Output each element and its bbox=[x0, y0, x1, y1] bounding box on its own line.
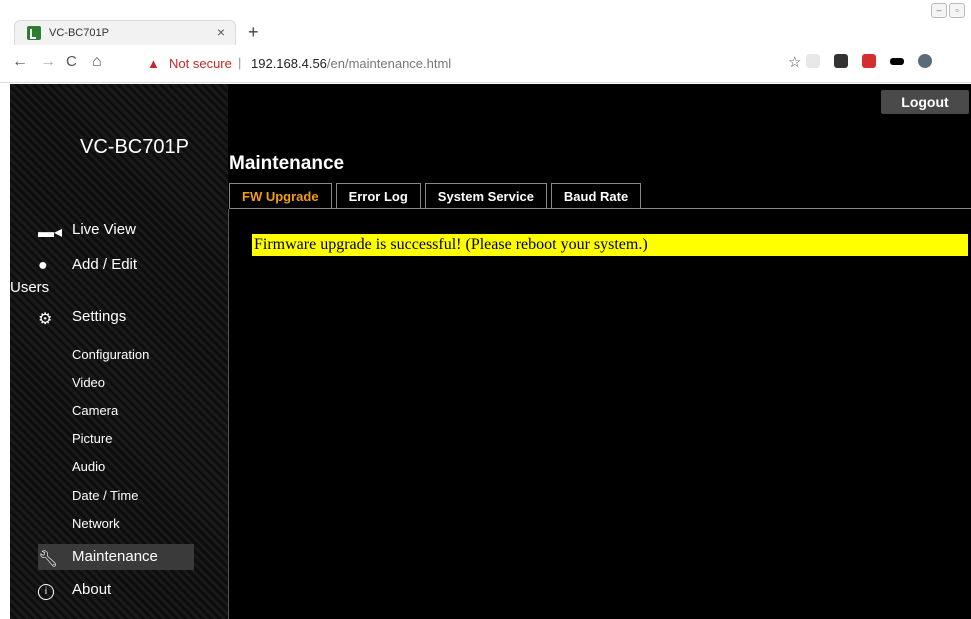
url-host: 192.168.4.56 bbox=[251, 56, 327, 71]
sidebar-subitem-network[interactable]: Network bbox=[72, 516, 120, 531]
back-icon[interactable]: ← bbox=[12, 53, 28, 71]
sidebar-item-label: Add / Edit bbox=[72, 256, 138, 273]
sidebar-item-label: Live View bbox=[72, 221, 136, 238]
tab-close-icon[interactable]: × bbox=[217, 24, 225, 40]
reload-icon[interactable]: C bbox=[66, 53, 77, 70]
sidebar-item-label: Users bbox=[10, 279, 50, 296]
content-divider bbox=[228, 209, 229, 619]
address-bar[interactable]: ▲ Not secure | 192.168.4.56/en/maintenan… bbox=[143, 52, 793, 76]
browser-tabstrip: VC-BC701P × + – ▫ bbox=[0, 0, 971, 45]
sidebar: VC-BC701P ▬◂ Live View ● Add / Edit User… bbox=[10, 84, 228, 619]
brand-title: VC-BC701P bbox=[80, 136, 189, 158]
tab-baud-rate[interactable]: Baud Rate bbox=[550, 183, 642, 209]
not-secure-label: Not secure bbox=[169, 56, 232, 71]
tab-system-service[interactable]: System Service bbox=[424, 183, 547, 209]
sidebar-item-label: Settings bbox=[72, 308, 127, 325]
wrench-icon: 🔧︎ bbox=[38, 551, 59, 568]
extension-pdf-icon[interactable] bbox=[862, 54, 876, 68]
tab-error-log[interactable]: Error Log bbox=[335, 183, 421, 209]
sidebar-subitem-camera[interactable]: Camera bbox=[72, 403, 118, 418]
gear-icon: ⚙ bbox=[38, 311, 53, 328]
tab-title: VC-BC701P bbox=[49, 27, 109, 39]
warning-icon: ▲ bbox=[147, 56, 160, 71]
site-favicon-icon bbox=[27, 26, 41, 40]
extension-bookmarks-icon[interactable] bbox=[834, 54, 848, 68]
browser-tab[interactable]: VC-BC701P × bbox=[14, 20, 236, 45]
profile-avatar-icon[interactable] bbox=[918, 54, 932, 68]
logout-button[interactable]: Logout bbox=[881, 90, 969, 114]
url-separator: | bbox=[238, 55, 242, 70]
minimize-icon[interactable]: – bbox=[931, 3, 947, 18]
url-text: 192.168.4.56/en/maintenance.html bbox=[251, 56, 451, 71]
sidebar-subitem-video[interactable]: Video bbox=[72, 375, 105, 390]
tab-fw-upgrade[interactable]: FW Upgrade bbox=[229, 183, 332, 209]
sidebar-subitem-configuration[interactable]: Configuration bbox=[72, 347, 149, 362]
forward-icon[interactable]: → bbox=[40, 53, 56, 71]
sidebar-subitem-audio[interactable]: Audio bbox=[72, 459, 105, 474]
upgrade-success-message: Firmware upgrade is successful! (Please … bbox=[252, 234, 968, 256]
user-icon: ● bbox=[38, 257, 48, 274]
sidebar-subitem-picture[interactable]: Picture bbox=[72, 431, 112, 446]
video-camera-icon: ▬◂ bbox=[38, 224, 63, 241]
sidebar-item-users-wrap[interactable]: Users bbox=[10, 279, 49, 296]
sidebar-item-label: About bbox=[72, 581, 112, 598]
extension-icons bbox=[786, 54, 932, 68]
page-left-margin bbox=[0, 84, 10, 619]
sidebar-subitem-date-time[interactable]: Date / Time bbox=[72, 488, 138, 503]
extension-s-icon[interactable] bbox=[806, 54, 820, 68]
new-tab-button[interactable]: + bbox=[248, 22, 259, 43]
tabs-underline bbox=[229, 208, 971, 209]
extension-glasses-icon[interactable] bbox=[890, 57, 904, 65]
camera-web-ui: VC-BC701P ▬◂ Live View ● Add / Edit User… bbox=[10, 84, 971, 619]
maximize-icon[interactable]: ▫ bbox=[949, 3, 965, 18]
maintenance-tabs: FW Upgrade Error Log System Service Baud… bbox=[229, 183, 642, 209]
sidebar-item-label: Maintenance bbox=[72, 548, 158, 565]
home-icon[interactable]: ⌂ bbox=[92, 53, 102, 71]
url-path: /en/maintenance.html bbox=[326, 56, 452, 71]
info-icon: i bbox=[38, 584, 54, 600]
window-controls: – ▫ bbox=[931, 3, 965, 18]
page-title: Maintenance bbox=[229, 153, 345, 174]
